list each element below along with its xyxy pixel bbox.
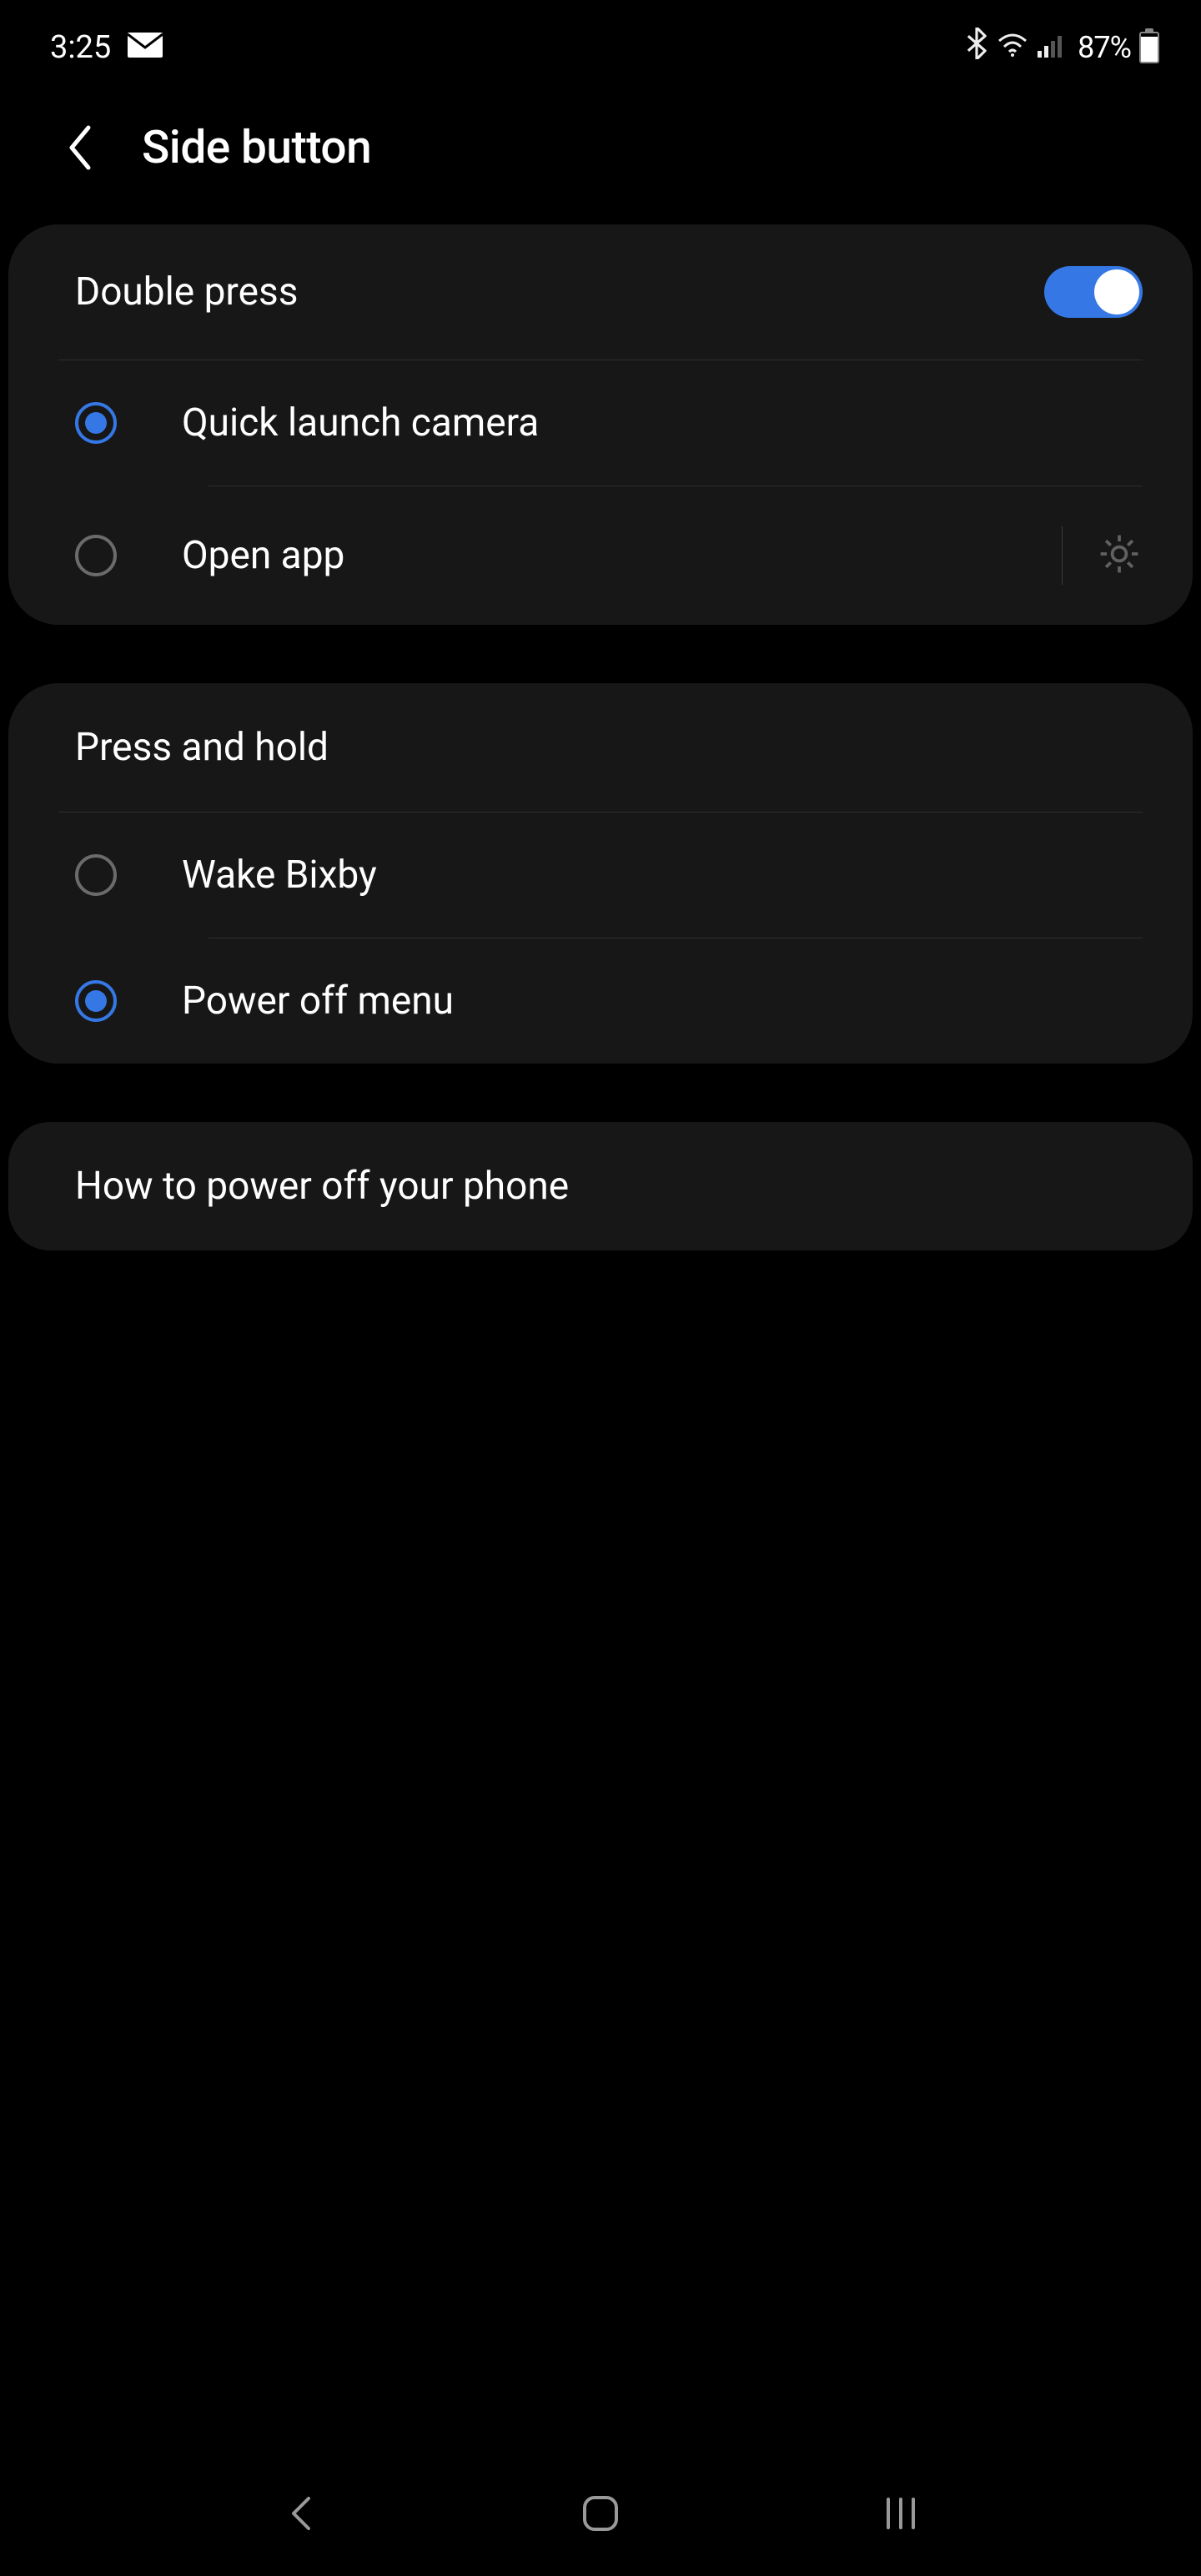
option-label: Open app: [182, 533, 997, 578]
status-battery-text: 87%: [1078, 30, 1131, 65]
section-double-press: Double press Quick launch camera Open ap…: [8, 224, 1193, 625]
press-hold-title: Press and hold: [75, 725, 329, 770]
page-header: Side button: [0, 83, 1201, 224]
radio-unselected-icon: [75, 854, 117, 896]
status-bar: 3:25 87%: [0, 0, 1201, 83]
nav-back-button[interactable]: [267, 2480, 334, 2547]
option-label: Wake Bixby: [182, 853, 1143, 898]
double-press-toggle[interactable]: [1044, 266, 1143, 318]
radio-selected-icon: [75, 980, 117, 1022]
page-title: Side button: [142, 121, 371, 174]
nav-home-button[interactable]: [567, 2480, 634, 2547]
system-nav-bar: [0, 2468, 1201, 2576]
battery-icon: [1139, 32, 1159, 63]
status-left: 3:25: [50, 29, 163, 66]
double-press-header: Double press: [8, 224, 1193, 360]
option-power-off-menu[interactable]: Power off menu: [8, 938, 1193, 1064]
option-label: Power off menu: [182, 979, 1143, 1024]
back-button[interactable]: [58, 127, 100, 169]
option-open-app[interactable]: Open app: [8, 486, 1193, 625]
double-press-title: Double press: [75, 269, 298, 314]
how-to-power-off[interactable]: How to power off your phone: [8, 1122, 1193, 1250]
bluetooth-icon: [966, 28, 987, 68]
toggle-knob: [1094, 269, 1139, 314]
open-app-settings: [1062, 526, 1143, 585]
option-label: Quick launch camera: [182, 400, 1143, 445]
section-press-hold: Press and hold Wake Bixby Power off menu: [8, 683, 1193, 1064]
press-hold-header: Press and hold: [8, 683, 1193, 812]
radio-selected-icon: [75, 402, 117, 444]
signal-icon: [1038, 29, 1069, 66]
nav-recents-button[interactable]: [867, 2480, 934, 2547]
status-right: 87%: [966, 28, 1159, 68]
how-to-power-off-label: How to power off your phone: [75, 1164, 1126, 1209]
status-time: 3:25: [50, 29, 111, 66]
option-wake-bixby[interactable]: Wake Bixby: [8, 813, 1193, 938]
gear-icon[interactable]: [1096, 531, 1143, 581]
radio-unselected-icon: [75, 535, 117, 576]
wifi-icon: [996, 29, 1029, 66]
option-quick-launch-camera[interactable]: Quick launch camera: [8, 360, 1193, 486]
mail-icon: [128, 29, 163, 66]
separator: [1062, 526, 1063, 585]
